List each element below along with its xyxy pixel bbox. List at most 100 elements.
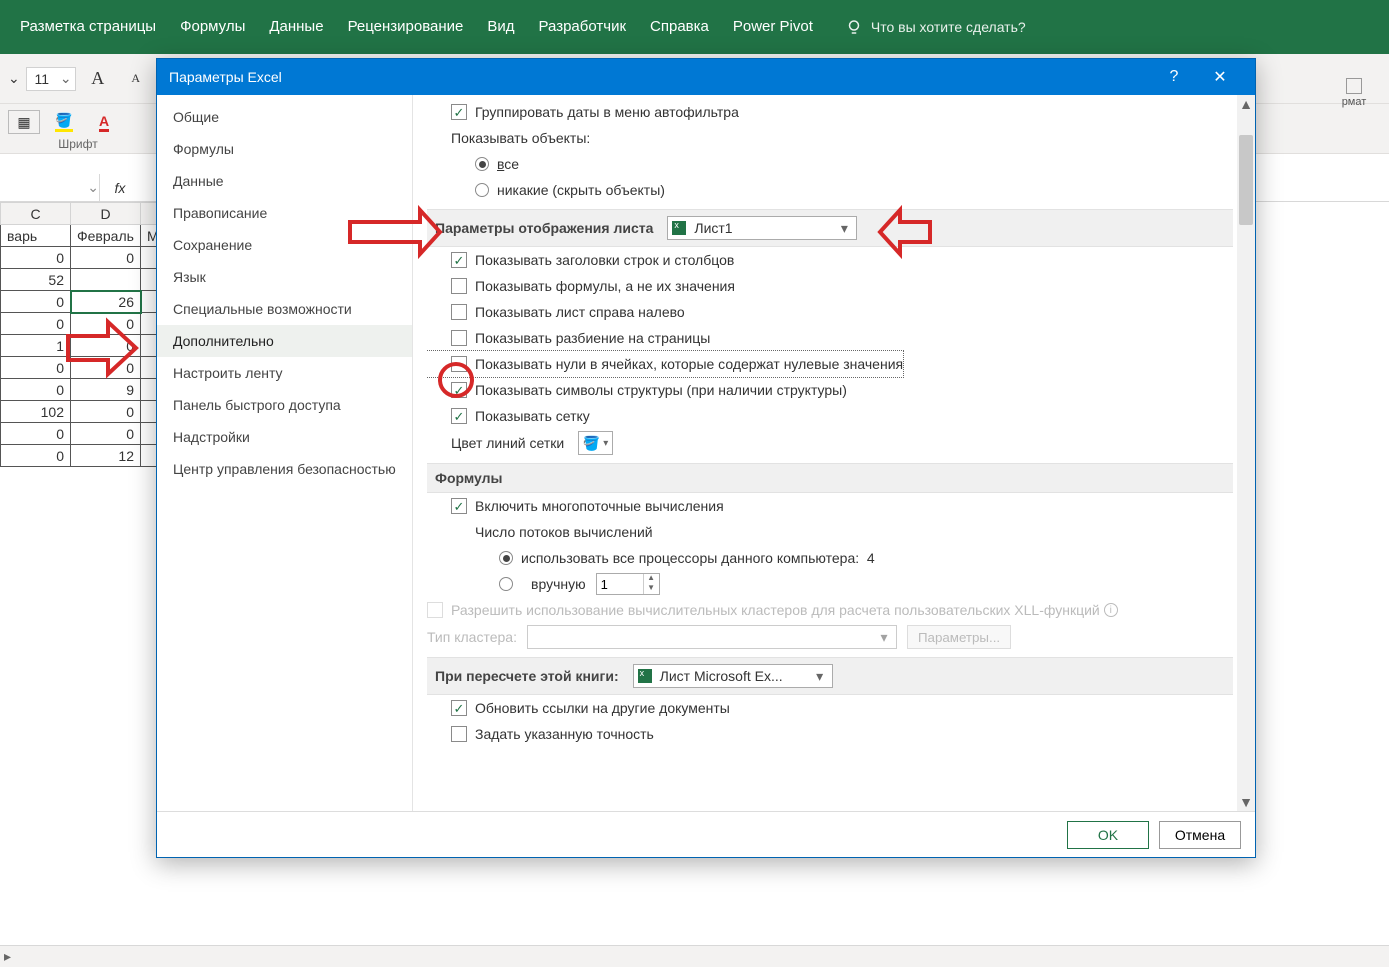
thread-count-input[interactable] [597, 574, 643, 594]
cell[interactable]: 26 [71, 291, 141, 313]
cell[interactable]: 0 [71, 357, 141, 379]
gridline-color-button[interactable]: 🪣 ▾ [578, 431, 613, 455]
close-button[interactable]: ✕ [1197, 67, 1243, 87]
workbook-icon [638, 669, 652, 683]
grow-font-button[interactable]: A [82, 67, 114, 91]
tell-me-box[interactable]: Что вы хотите сделать? [845, 18, 1026, 36]
ribbon-tab-page-layout[interactable]: Разметка страницы [8, 0, 168, 54]
cell[interactable]: 0 [71, 335, 141, 357]
opt-use-all-cpus[interactable]: использовать все процессоры данного комп… [427, 545, 1233, 571]
format-dropdown[interactable]: рмат [1329, 78, 1379, 108]
col-header[interactable]: C [1, 203, 71, 225]
cell[interactable]: 0 [1, 357, 71, 379]
cell[interactable]: 9 [71, 379, 141, 401]
info-icon[interactable]: i [1104, 603, 1118, 617]
scroll-thumb[interactable] [1239, 135, 1253, 225]
cell[interactable]: варь [1, 225, 71, 247]
nav-item-6[interactable]: Специальные возможности [157, 293, 412, 325]
cell[interactable]: 0 [71, 313, 141, 335]
ribbon-tab-powerpivot[interactable]: Power Pivot [721, 0, 825, 54]
checkbox-label: Обновить ссылки на другие документы [475, 700, 730, 716]
cell[interactable]: 0 [1, 247, 71, 269]
opt-show-headers[interactable]: Показывать заголовки строк и столбцов [427, 247, 1233, 273]
thread-count-spinner[interactable]: ▲▼ [596, 573, 660, 595]
opt-update-links[interactable]: Обновить ссылки на другие документы [427, 695, 1233, 721]
ok-button[interactable]: OK [1067, 821, 1149, 849]
cell[interactable]: 0 [1, 379, 71, 401]
help-button[interactable]: ? [1151, 68, 1197, 86]
fill-color-button[interactable]: 🪣 [48, 110, 80, 134]
radio-label: никакие (скрыть объекты) [497, 182, 665, 198]
ribbon-tab-formulas[interactable]: Формулы [168, 0, 257, 54]
cell[interactable]: 1 [1, 335, 71, 357]
opt-group-dates-autofilter[interactable]: Группировать даты в меню автофильтра [427, 99, 1233, 125]
opt-manual-threads[interactable]: вручную ▲▼ [427, 571, 1233, 597]
cell[interactable]: 0 [71, 401, 141, 423]
checkbox-label: Показывать лист справа налево [475, 304, 685, 320]
cell[interactable]: 102 [1, 401, 71, 423]
nav-item-8[interactable]: Настроить ленту [157, 357, 412, 389]
fx-label[interactable]: fx [100, 180, 140, 196]
options-nav: ОбщиеФормулыДанныеПравописаниеСохранение… [157, 95, 413, 811]
nav-item-2[interactable]: Данные [157, 165, 412, 197]
font-color-button[interactable]: A [88, 110, 120, 134]
cell[interactable]: 0 [1, 445, 71, 467]
lightbulb-icon [845, 18, 863, 36]
opt-enable-multithread[interactable]: Включить многопоточные вычисления [427, 493, 1233, 519]
opt-show-objects-all[interactable]: все [427, 151, 1233, 177]
nav-item-9[interactable]: Панель быстрого доступа [157, 389, 412, 421]
sheet-selector-dropdown[interactable]: Лист1 ▾ [667, 216, 857, 240]
content-scrollbar[interactable]: ▲ ▼ [1237, 95, 1255, 811]
borders-button[interactable]: ▦ [8, 110, 40, 134]
cell[interactable]: 0 [1, 291, 71, 313]
opt-show-zeros[interactable]: Показывать нули в ячейках, которые содер… [427, 351, 903, 377]
cell[interactable]: 12 [71, 445, 141, 467]
checkbox-label: Показывать заголовки строк и столбцов [475, 252, 734, 268]
opt-show-gridlines[interactable]: Показывать сетку [427, 403, 1233, 429]
ribbon-tab-data[interactable]: Данные [257, 0, 335, 54]
opt-sheet-rtl[interactable]: Показывать лист справа налево [427, 299, 1233, 325]
opt-set-precision[interactable]: Задать указанную точность [427, 721, 1233, 747]
cell[interactable] [71, 269, 141, 291]
cell[interactable]: 52 [1, 269, 71, 291]
cancel-button[interactable]: Отмена [1159, 821, 1241, 849]
nav-item-1[interactable]: Формулы [157, 133, 412, 165]
nav-item-3[interactable]: Правописание [157, 197, 412, 229]
opt-show-outline-symbols[interactable]: Показывать символы структуры (при наличи… [427, 377, 1233, 403]
opt-show-formulas[interactable]: Показывать формулы, а не их значения [427, 273, 1233, 299]
checkbox-label: Задать указанную точность [475, 726, 654, 742]
checkbox-label: Группировать даты в меню автофильтра [475, 104, 739, 120]
sheet-tab-scroll[interactable]: ▸ [4, 948, 11, 965]
shrink-font-button[interactable]: A [120, 67, 152, 91]
nav-item-0[interactable]: Общие [157, 101, 412, 133]
nav-item-7[interactable]: Дополнительно [157, 325, 412, 357]
ribbon-tab-view[interactable]: Вид [475, 0, 526, 54]
checkbox-label: Показывать символы структуры (при наличи… [475, 382, 847, 398]
cell[interactable]: Февраль [71, 225, 141, 247]
ribbon-tab-developer[interactable]: Разработчик [527, 0, 638, 54]
name-box[interactable]: ⌄ [0, 174, 100, 201]
opt-show-objects-none[interactable]: никакие (скрыть объекты) [427, 177, 1233, 203]
spin-down-icon: ▼ [643, 584, 659, 594]
cell[interactable]: 0 [71, 423, 141, 445]
cell[interactable]: 0 [1, 313, 71, 335]
nav-item-11[interactable]: Центр управления безопасностью [157, 453, 412, 485]
workbook-selector-dropdown[interactable]: Лист Microsoft Ex... ▾ [633, 664, 833, 688]
checkbox-label: Показывать нули в ячейках, которые содер… [475, 356, 903, 372]
opt-show-page-breaks[interactable]: Показывать разбиение на страницы [427, 325, 1233, 351]
section-title: Параметры отображения листа [435, 220, 653, 236]
scroll-down-icon: ▼ [1237, 793, 1255, 811]
ribbon-tab-review[interactable]: Рецензирование [336, 0, 476, 54]
font-size-combo[interactable]: 11 ⌄ [26, 67, 76, 91]
ribbon-tab-help[interactable]: Справка [638, 0, 721, 54]
radio-label: вручную [531, 576, 586, 592]
checkbox-icon [451, 382, 467, 398]
nav-item-5[interactable]: Язык [157, 261, 412, 293]
cell[interactable]: 0 [1, 423, 71, 445]
cell[interactable]: 0 [71, 247, 141, 269]
nav-item-4[interactable]: Сохранение [157, 229, 412, 261]
font-name-chevron[interactable]: ⌄ [8, 70, 20, 87]
nav-item-10[interactable]: Надстройки [157, 421, 412, 453]
col-header[interactable]: D [71, 203, 141, 225]
chevron-down-icon: ▾ [812, 668, 828, 685]
